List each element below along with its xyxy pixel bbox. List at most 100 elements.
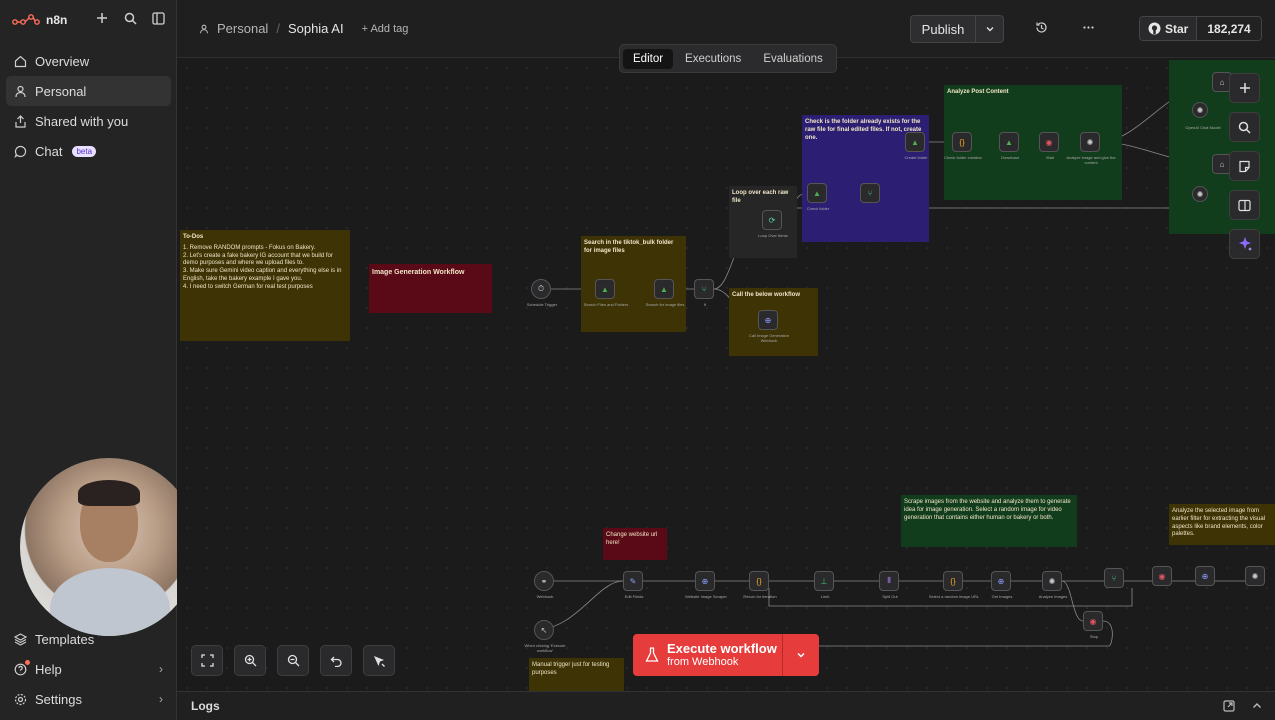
node-create-folder[interactable]: ▲ Create folder xyxy=(904,132,928,160)
fit-view-button[interactable] xyxy=(191,645,223,676)
node-if[interactable]: ⑂ If xyxy=(694,279,714,307)
sidebar-item-personal[interactable]: Personal xyxy=(6,76,171,106)
node-analyze-images[interactable]: ✺ Analyze Images xyxy=(1039,571,1067,599)
node-stop-2[interactable]: ◉ xyxy=(1152,566,1172,586)
openai-icon: ✺ xyxy=(1196,105,1204,115)
sticky-title: Analyze Post Content xyxy=(947,89,1009,95)
zoom-out-button[interactable] xyxy=(277,645,309,676)
sticky-change-url[interactable]: Change website url here! xyxy=(603,528,667,560)
logs-label: Logs xyxy=(191,699,220,713)
add-node-button[interactable] xyxy=(1229,73,1260,103)
sticky-manual-trigger[interactable]: Manual trigger just for testing purposes xyxy=(529,658,624,691)
sidebar-item-shared[interactable]: Shared with you xyxy=(6,106,171,136)
brand-name: n8n xyxy=(46,13,68,27)
stop-icon: ◉ xyxy=(1158,571,1166,581)
node-loop[interactable]: ⟳ Loop Over Items xyxy=(758,210,788,238)
node-return-iteration[interactable]: {} Return for iteration xyxy=(743,571,777,599)
webcam-overlay xyxy=(20,458,198,636)
node-label: OpenAI Chat Model xyxy=(1185,125,1221,130)
popout-icon[interactable] xyxy=(1223,700,1235,712)
add-tag-button[interactable]: + Add tag xyxy=(362,23,409,35)
node-limit[interactable]: ⊥ Limit xyxy=(814,571,834,599)
node-if-2[interactable]: ⑂ xyxy=(1104,568,1124,588)
beta-badge: beta xyxy=(72,145,97,157)
search-nodes-button[interactable] xyxy=(1229,112,1260,142)
plus-icon[interactable] xyxy=(94,10,110,26)
brand[interactable]: n8n xyxy=(12,10,67,30)
node-folder-check[interactable]: {} Check folder creation xyxy=(944,132,982,160)
node-call-webhook[interactable]: ⊕ Call Image Generation Webhook xyxy=(749,310,789,343)
node-check-folder[interactable]: ▲ Check folder xyxy=(807,183,829,211)
github-star-button[interactable]: Star 182,274 xyxy=(1139,16,1262,41)
node-analyze-image[interactable]: ✺ Analyze image and give the content xyxy=(1066,132,1116,165)
logs-actions xyxy=(1223,700,1263,712)
node-analyze-image-2[interactable]: ✺ xyxy=(1245,566,1265,586)
node-webhook[interactable]: ⚭ Webhook xyxy=(534,571,554,599)
execute-workflow-button[interactable]: Execute workflow from Webhook xyxy=(633,634,783,676)
publish-group: Publish xyxy=(910,15,1004,43)
node-label: Analyze Images xyxy=(1038,594,1068,599)
node-scraper[interactable]: ⊕ Website Image Scraper xyxy=(685,571,727,599)
sticky-image-generation[interactable]: Image Generation Workflow xyxy=(369,264,492,313)
logs-panel-bar[interactable]: Logs xyxy=(177,691,1275,720)
node-edit-fields[interactable]: ✎ Edit Fields xyxy=(623,571,643,599)
tab-evaluations[interactable]: Evaluations xyxy=(753,49,832,69)
sticky-title: Search in the tiktok_bulk folder for ima… xyxy=(584,240,674,254)
openai-icon: ✺ xyxy=(1251,571,1259,581)
sidebar-item-overview[interactable]: Overview xyxy=(6,46,171,76)
pencil-icon: ✎ xyxy=(629,576,637,586)
tidy-up-button[interactable] xyxy=(363,645,395,676)
sidebar-item-chat[interactable]: Chat beta xyxy=(6,136,171,166)
chevron-up-icon[interactable] xyxy=(1251,700,1263,712)
execute-trigger-dropdown[interactable] xyxy=(783,634,819,676)
node-get-images[interactable]: ⊕ Get Images xyxy=(991,571,1012,599)
toggle-panel-button[interactable] xyxy=(1229,190,1260,220)
tab-editor[interactable]: Editor xyxy=(623,48,674,69)
node-get-images-2[interactable]: ⊕ xyxy=(1195,566,1215,586)
zoom-in-button[interactable] xyxy=(234,645,266,676)
workflow-name[interactable]: Sophia AI xyxy=(288,21,344,36)
node-label: When clicking 'Execute workflow' xyxy=(524,643,566,653)
sidebar-item-templates[interactable]: Templates xyxy=(6,624,171,654)
node-openai-chat[interactable]: ✺ OpenAI Chat Model xyxy=(1185,102,1221,130)
node-select-random[interactable]: {} Select a random image URL xyxy=(929,571,979,599)
sticky-todos[interactable]: To-Dos 1. Remove RANDOM prompts - Fokus … xyxy=(180,230,350,341)
if-icon: ⑂ xyxy=(701,284,707,294)
share-icon xyxy=(15,114,26,128)
node-openai-chat-2[interactable]: ✺ xyxy=(1192,186,1208,202)
node-if-folder[interactable]: ⑂ xyxy=(860,183,880,203)
sidebar-toggle-icon[interactable] xyxy=(150,10,166,26)
node-download[interactable]: ▲ Download xyxy=(999,132,1019,160)
zoom-out-icon xyxy=(287,654,299,667)
sidebar-item-help[interactable]: Help › xyxy=(6,654,171,684)
node-split-out[interactable]: ⫴ Split Out xyxy=(879,571,899,599)
publish-options-button[interactable] xyxy=(976,15,1004,43)
google-drive-icon: ▲ xyxy=(660,284,668,294)
reset-zoom-button[interactable] xyxy=(320,645,352,676)
history-icon[interactable] xyxy=(1035,21,1048,37)
webhook-icon: ⚭ xyxy=(540,576,548,586)
search-icon[interactable] xyxy=(122,10,138,26)
node-manual-trigger[interactable]: ↖ When clicking 'Execute workflow' xyxy=(524,620,566,653)
cursor-icon: ↖ xyxy=(540,625,548,635)
sticky-analyze-selected[interactable]: Analyze the selected image from earlier … xyxy=(1169,504,1275,545)
publish-button[interactable]: Publish xyxy=(910,15,976,43)
node-search-files[interactable]: ▲ Search Files and Folders xyxy=(584,279,628,307)
view-tabs: Editor Executions Evaluations xyxy=(619,44,837,73)
add-sticky-button[interactable] xyxy=(1229,151,1260,181)
sidebar-item-settings[interactable]: Settings › xyxy=(6,684,171,714)
node-label: Split Out xyxy=(882,594,898,599)
workflow-canvas[interactable]: To-Dos 1. Remove RANDOM prompts - Fokus … xyxy=(177,58,1275,691)
search-icon xyxy=(1238,121,1251,134)
tab-executions[interactable]: Executions xyxy=(675,49,751,69)
more-options-icon[interactable] xyxy=(1082,21,1095,37)
breadcrumb-project[interactable]: Personal xyxy=(217,21,268,36)
node-schedule-trigger[interactable]: ⏱ Schedule Trigger xyxy=(527,279,557,307)
node-stop[interactable]: ◉ Stop xyxy=(1083,611,1103,639)
ai-assistant-button[interactable] xyxy=(1229,229,1260,259)
sticky-scrape-images[interactable]: Scrape images from the website and analy… xyxy=(901,495,1077,547)
sidebar-item-label: Templates xyxy=(35,631,95,647)
node-wait[interactable]: ◉ Wait xyxy=(1039,132,1059,160)
node-search-images[interactable]: ▲ Search for image files xyxy=(646,279,684,307)
loop-icon: ⟳ xyxy=(768,215,776,225)
